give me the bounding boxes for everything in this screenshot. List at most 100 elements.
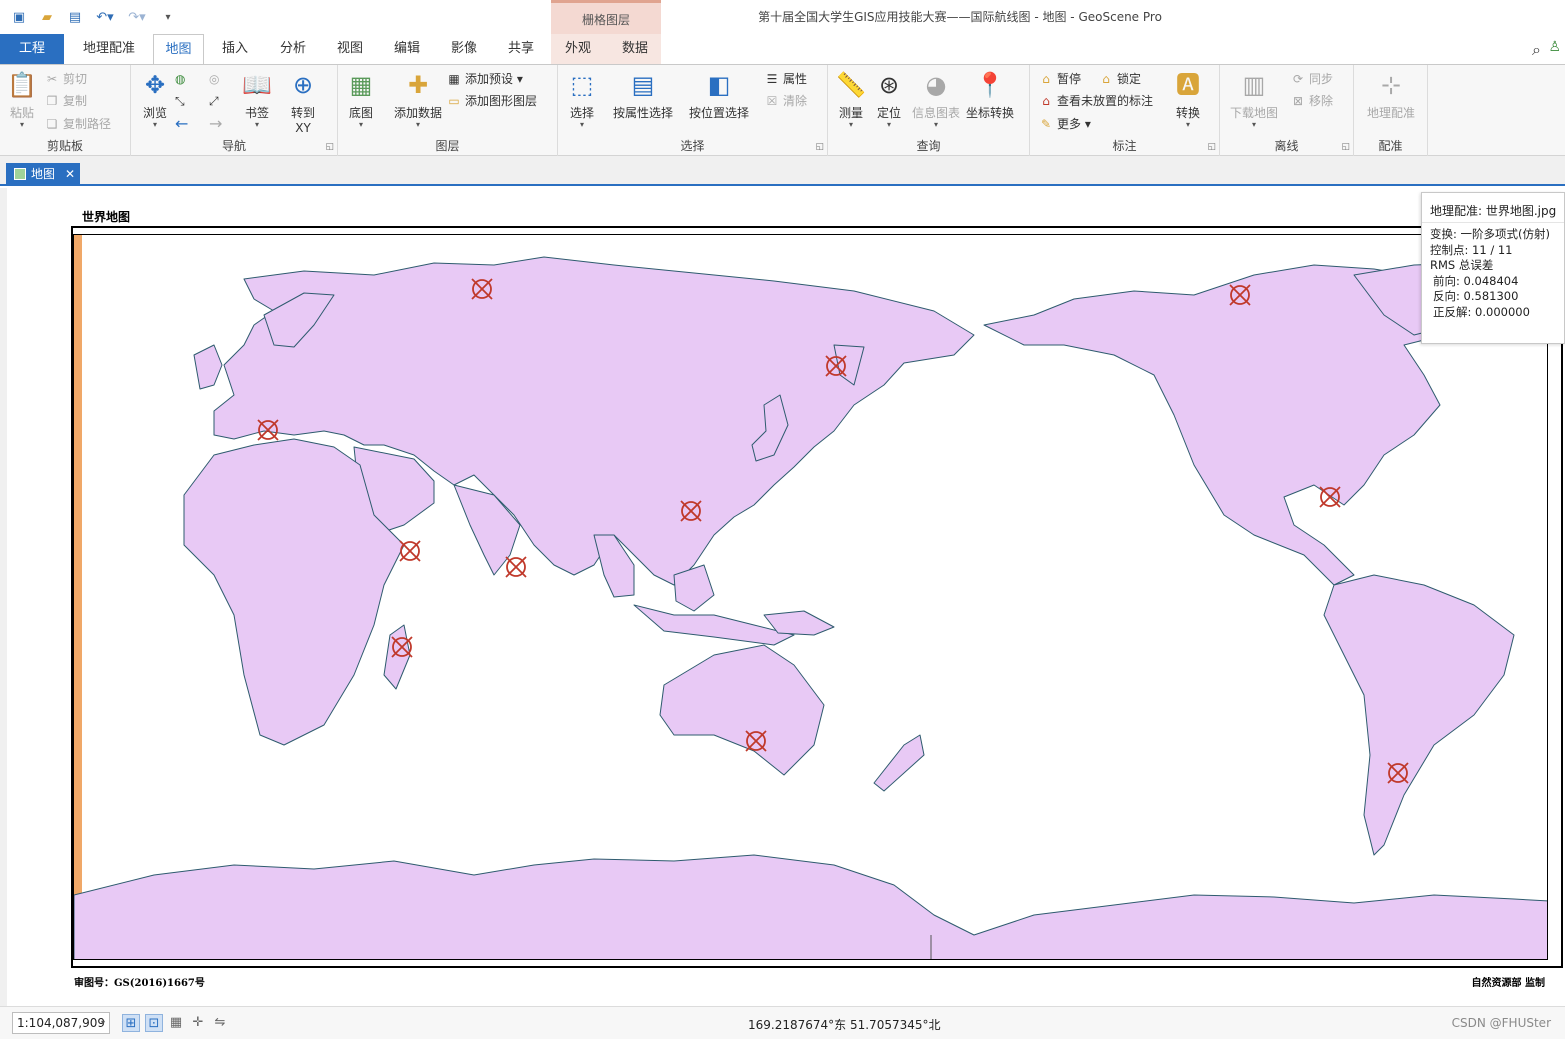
- window-title: 第十届全国大学生GIS应用技能大赛——国际航线图 - 地图 - GeoScene…: [758, 10, 1162, 24]
- infographics-button[interactable]: ◕ 信息图表 ▾: [908, 69, 964, 129]
- group-label-inquiry: 查询: [916, 139, 941, 153]
- group-navigate: ✥ 浏览 ▾ ◍ ◎ ⤡ ⤢ ← → 📖 书签 ▾ ⊕ 转到 XY ◱ 导航: [131, 65, 338, 156]
- georeference-button[interactable]: ⊹ 地理配准: [1358, 69, 1424, 121]
- tab-data[interactable]: 数据: [610, 34, 660, 64]
- chevron-down-icon[interactable]: ⌄: [933, 1016, 941, 1027]
- select-by-location-button[interactable]: ◧ 按位置选择: [684, 69, 754, 121]
- tab-imagery[interactable]: 影像: [439, 34, 489, 64]
- tab-map[interactable]: 地图: [153, 34, 204, 65]
- control-point[interactable]: [505, 556, 527, 578]
- save-project-icon[interactable]: ▤: [66, 8, 84, 26]
- next-extent-icon[interactable]: →: [209, 114, 222, 134]
- measure-button[interactable]: 📏 测量 ▾: [832, 69, 870, 129]
- georeference-icon: ⊹: [1380, 71, 1402, 99]
- watermark: CSDN @FHUSter: [1451, 1016, 1551, 1030]
- ruler-icon: 📏: [836, 71, 866, 99]
- madagascar: [383, 624, 411, 690]
- new-project-icon[interactable]: ▣: [10, 8, 28, 26]
- remove-icon: ⊠: [1292, 94, 1304, 108]
- convert-labels-button[interactable]: 🅰 转换 ▾: [1168, 69, 1208, 129]
- download-map-button[interactable]: ▥ 下载地图 ▾: [1226, 69, 1282, 129]
- document-tab-bar: 地图 ✕: [0, 156, 1565, 186]
- tab-edit[interactable]: 编辑: [382, 34, 432, 64]
- zoom-out-fixed-icon[interactable]: ⤢: [209, 91, 219, 111]
- add-data-button[interactable]: ✚ 添加数据 ▾: [390, 69, 446, 129]
- search-icon[interactable]: ⌕: [1532, 40, 1541, 60]
- snapping-icon[interactable]: ⊞: [122, 1014, 140, 1032]
- paste-icon: 📋: [7, 71, 37, 99]
- cut-button[interactable]: ✂ 剪切: [44, 69, 87, 89]
- tab-analysis[interactable]: 分析: [268, 34, 318, 64]
- antarctica: [74, 854, 1547, 959]
- world-map[interactable]: [74, 235, 1548, 960]
- group-label-registration: 配准: [1378, 139, 1403, 153]
- map-frame[interactable]: [73, 234, 1548, 960]
- customize-qat-icon[interactable]: ▾: [160, 8, 176, 26]
- attributes-icon: ☰: [766, 72, 778, 86]
- remove-offline-button[interactable]: ⊠ 移除: [1290, 91, 1333, 111]
- clear-selection-button[interactable]: ☒ 清除: [764, 91, 807, 111]
- pause-labeling-button[interactable]: ⌂ 暂停: [1038, 69, 1081, 89]
- group-registration: ⊹ 地理配准 配准: [1354, 65, 1428, 156]
- pie-chart-icon: ◕: [925, 71, 947, 99]
- basemap-icon: ▦: [349, 71, 373, 99]
- rms-inverse: 反向: 0.581300: [1433, 289, 1519, 303]
- goto-xy-button[interactable]: ⊕ 转到 XY: [283, 69, 323, 135]
- paste-button[interactable]: 📋 粘贴 ▾: [4, 69, 40, 129]
- select-button[interactable]: ⬚ 选择 ▾: [562, 69, 602, 129]
- control-point[interactable]: [399, 540, 421, 562]
- copy-button[interactable]: ❐ 复制: [44, 91, 87, 111]
- lock-labeling-button[interactable]: ⌂ 锁定: [1098, 69, 1141, 89]
- add-preset-button[interactable]: ▦ 添加预设 ▾: [446, 69, 523, 89]
- lock-label-icon: ⌂: [1102, 72, 1110, 86]
- explore-button[interactable]: ✥ 浏览 ▾: [137, 69, 173, 129]
- map-title: 世界地图: [82, 210, 131, 224]
- coordinate-readout: 169.2187674°东 51.7057345°北: [748, 1018, 941, 1032]
- fixed-zoom-icon[interactable]: ◎: [209, 69, 219, 89]
- sync-button[interactable]: ⟳ 同步: [1290, 69, 1333, 89]
- grid-snap-icon[interactable]: ⊡: [145, 1014, 163, 1032]
- previous-extent-icon[interactable]: ←: [175, 114, 188, 134]
- user-icon[interactable]: ♙: [1548, 39, 1561, 55]
- select-by-attributes-button[interactable]: ▤ 按属性选择: [610, 69, 676, 121]
- copy-icon: ❐: [46, 94, 58, 108]
- undo-icon[interactable]: ↶▾: [92, 8, 118, 26]
- group-offline: ▥ 下载地图 ▾ ⟳ 同步 ⊠ 移除 ◱ 离线: [1220, 65, 1354, 156]
- tab-view[interactable]: 视图: [325, 34, 375, 64]
- georeference-panel-header: 地理配准: 世界地图.jpg: [1422, 193, 1564, 223]
- copy-path-icon: ❏: [46, 117, 58, 131]
- refresh-icon[interactable]: ⇋: [211, 1014, 229, 1032]
- scale-selector[interactable]: 1:104,087,909 ▾: [12, 1012, 110, 1034]
- tab-share[interactable]: 共享: [496, 34, 546, 64]
- more-labeling-button[interactable]: ✎ 更多 ▾: [1038, 114, 1091, 134]
- zoom-in-fixed-icon[interactable]: ⤡: [175, 91, 185, 111]
- attributes-button[interactable]: ☰ 属性: [764, 69, 807, 89]
- tab-appearance[interactable]: 外观: [553, 34, 603, 64]
- redo-icon[interactable]: ↷▾: [124, 8, 150, 26]
- convert-coordinates-button[interactable]: 📍 坐标转换: [962, 69, 1018, 121]
- grid-icon[interactable]: ▦: [167, 1014, 185, 1032]
- tab-insert[interactable]: 插入: [210, 34, 260, 64]
- unplaced-label-icon: ⌂: [1042, 94, 1050, 108]
- crosshair-toggle-icon[interactable]: ✛: [189, 1014, 207, 1032]
- copy-path-button[interactable]: ❏ 复制路径: [44, 114, 111, 134]
- open-project-icon[interactable]: ▰: [38, 8, 56, 26]
- group-clipboard: 📋 粘贴 ▾ ✂ 剪切 ❐ 复制 ❏ 复制路径 剪贴板: [0, 65, 131, 156]
- close-icon[interactable]: ✕: [65, 163, 75, 186]
- tab-georeference[interactable]: 地理配准: [72, 34, 146, 64]
- georeference-info-panel: 地理配准: 世界地图.jpg 变换: 一阶多项式(仿射) 控制点: 11 / 1…: [1421, 192, 1565, 344]
- tab-project[interactable]: 工程: [0, 34, 64, 64]
- transform-type: 变换: 一阶多项式(仿射): [1430, 227, 1551, 241]
- basemap-button[interactable]: ▦ 底图 ▾: [342, 69, 380, 129]
- bookmarks-button[interactable]: 📖 书签 ▾: [237, 69, 277, 129]
- control-point-count: 控制点: 11 / 11: [1430, 242, 1513, 257]
- add-graphics-layer-button[interactable]: ▭ 添加图形图层: [446, 91, 537, 111]
- rms-title: RMS 总误差: [1430, 258, 1494, 272]
- contextual-tab-header: 栅格图层: [551, 0, 661, 34]
- view-unplaced-button[interactable]: ⌂ 查看未放置的标注: [1038, 91, 1153, 111]
- locate-button[interactable]: ⊛ 定位 ▾: [870, 69, 908, 129]
- crosshair-icon: ⊕: [292, 71, 314, 99]
- rms-forward-inverse: 正反解: 0.000000: [1433, 304, 1530, 319]
- map-document-tab[interactable]: 地图 ✕: [6, 163, 80, 186]
- full-extent-icon[interactable]: ◍: [175, 69, 185, 89]
